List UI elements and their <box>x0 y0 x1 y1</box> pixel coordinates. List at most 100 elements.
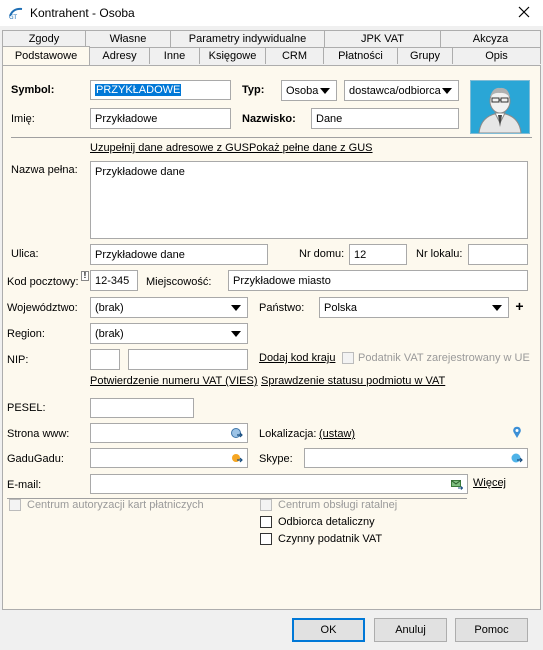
nip-label: NIP: <box>7 354 29 366</box>
kod-input[interactable]: 12-345 <box>90 270 138 291</box>
nazwa-label: Nazwa pełna: <box>11 164 78 176</box>
tab-inne[interactable]: Inne <box>149 47 200 64</box>
region-combo[interactable]: (brak) <box>90 323 248 344</box>
map-pin-icon[interactable] <box>512 426 522 439</box>
gadugadu-icon[interactable] <box>231 452 243 464</box>
centrum-ratalnej-label: Centrum obsługi ratalnej <box>278 499 398 511</box>
pesel-input[interactable] <box>90 398 194 418</box>
ok-button[interactable]: OK <box>292 618 365 642</box>
czynny-vat-checkbox[interactable] <box>260 533 272 545</box>
lokalizacja-link[interactable]: (ustaw) <box>319 428 355 440</box>
avatar[interactable] <box>470 80 530 134</box>
person-icon <box>478 87 522 134</box>
imie-label: Imię: <box>11 113 35 125</box>
odbiorca-checkbox[interactable] <box>260 516 272 528</box>
mail-send-icon[interactable] <box>451 478 463 490</box>
close-icon[interactable] <box>517 5 531 19</box>
gadu-label: GaduGadu: <box>7 453 64 465</box>
status-vat-link[interactable]: Sprawdzenie statusu podmiotu w VAT <box>261 375 445 387</box>
chevron-down-icon <box>492 304 502 311</box>
centrum-kart-label: Centrum autoryzacji kart płatniczych <box>27 499 204 511</box>
tab-platnosci[interactable]: Płatności <box>323 47 398 64</box>
warning-icon: ! <box>81 271 89 281</box>
lokalizacja-label: Lokalizacja: <box>259 428 317 440</box>
ulica-input[interactable]: Przykładowe dane <box>90 244 268 265</box>
region-value: (brak) <box>95 327 124 340</box>
email-label: E-mail: <box>7 479 42 491</box>
nazwisko-input[interactable]: Dane <box>311 108 459 129</box>
globe-arrow-icon[interactable] <box>231 427 243 439</box>
vies-link[interactable]: Potwierdzenie numeru VAT (VIES) <box>90 375 258 387</box>
www-label: Strona www: <box>7 428 70 440</box>
divider <box>11 137 532 138</box>
tab-zgody[interactable]: Zgody <box>2 30 86 47</box>
imie-input[interactable]: Przykładowe <box>90 108 231 129</box>
kod-label: Kod pocztowy: <box>7 276 79 288</box>
czynny-vat-label: Czynny podatnik VAT <box>278 533 383 545</box>
tab-adresy[interactable]: Adresy <box>89 47 150 64</box>
tab-row-top: Zgody Własne Parametry indywidualne JPK … <box>2 30 541 47</box>
wiecej-link[interactable]: Więcej <box>473 477 506 489</box>
email-input[interactable] <box>90 474 468 494</box>
tab-opis[interactable]: Opis <box>452 47 541 64</box>
svg-text:GT: GT <box>9 14 17 20</box>
ulica-label: Ulica: <box>11 248 39 260</box>
typ-combo[interactable]: Osoba <box>281 80 337 101</box>
help-button[interactable]: Pomoc <box>455 618 528 642</box>
tab-parametry[interactable]: Parametry indywidualne <box>170 30 325 47</box>
typ2-value: dostawca/odbiorca <box>349 84 441 97</box>
tab-akcyza[interactable]: Akcyza <box>440 30 541 47</box>
centrum-kart-checkbox[interactable] <box>9 499 21 511</box>
dodaj-kod-link[interactable]: Dodaj kod kraju <box>259 352 335 364</box>
wojewodztwo-combo[interactable]: (brak) <box>90 297 248 318</box>
window-title: Kontrahent - Osoba <box>30 6 135 20</box>
gus-fill-link[interactable]: Uzupełnij dane adresowe z GUS <box>90 142 249 154</box>
symbol-label: Symbol: <box>11 84 55 96</box>
tab-crm[interactable]: CRM <box>265 47 324 64</box>
chevron-down-icon <box>231 304 241 311</box>
miejscowosc-label: Miejscowość: <box>146 276 212 288</box>
chevron-down-icon <box>442 87 452 94</box>
symbol-input[interactable]: PRZYKŁADOWE <box>90 80 231 100</box>
panstwo-combo[interactable]: Polska <box>319 297 509 318</box>
centrum-ratalnej-checkbox[interactable] <box>260 499 272 511</box>
panstwo-label: Państwo: <box>259 302 305 314</box>
skype-input[interactable] <box>304 448 528 468</box>
chevron-down-icon <box>320 87 330 94</box>
tab-jpk-vat[interactable]: JPK VAT <box>324 30 441 47</box>
tab-wlasne[interactable]: Własne <box>85 30 171 47</box>
typ2-combo[interactable]: dostawca/odbiorca <box>344 80 459 101</box>
podatnik-ue-checkbox[interactable] <box>342 352 354 364</box>
region-label: Region: <box>7 328 45 340</box>
tab-ksiegowe[interactable]: Księgowe <box>199 47 266 64</box>
www-input[interactable] <box>90 423 248 443</box>
cancel-button[interactable]: Anuluj <box>374 618 447 642</box>
gadu-input[interactable] <box>90 448 248 468</box>
wojewodztwo-value: (brak) <box>95 301 124 314</box>
typ-value: Osoba <box>286 84 319 97</box>
gus-show-link[interactable]: Pokaż pełne dane z GUS <box>249 142 373 154</box>
symbol-value: PRZYKŁADOWE <box>95 84 182 96</box>
miejscowosc-input[interactable]: Przykładowe miasto <box>228 270 528 291</box>
nrlokalu-input[interactable] <box>468 244 528 265</box>
nrdomu-input[interactable]: 12 <box>349 244 407 265</box>
odbiorca-label: Odbiorca detaliczny <box>278 516 375 528</box>
skype-icon[interactable] <box>511 452 523 464</box>
pesel-label: PESEL: <box>7 402 46 414</box>
typ-label: Typ: <box>242 84 265 96</box>
nip-input[interactable] <box>128 349 248 370</box>
app-logo-icon: GT <box>9 7 23 20</box>
wojewodztwo-label: Województwo: <box>7 302 78 314</box>
nazwa-textarea[interactable]: Przykładowe dane <box>90 161 528 239</box>
tab-grupy[interactable]: Grupy <box>397 47 453 64</box>
add-country-button[interactable]: + <box>511 297 528 318</box>
tab-row-bottom: Podstawowe Adresy Inne Księgowe CRM Płat… <box>2 46 541 65</box>
nip-prefix-input[interactable] <box>90 349 120 370</box>
tab-podstawowe[interactable]: Podstawowe <box>2 46 90 65</box>
skype-label: Skype: <box>259 453 293 465</box>
panstwo-value: Polska <box>324 301 358 314</box>
nrdomu-label: Nr domu: <box>299 248 345 260</box>
title-bar: GT Kontrahent - Osoba <box>0 0 543 26</box>
nrlokalu-label: Nr lokalu: <box>416 248 463 260</box>
podatnik-ue-label: Podatnik VAT zarejestrowany w UE <box>358 352 530 364</box>
